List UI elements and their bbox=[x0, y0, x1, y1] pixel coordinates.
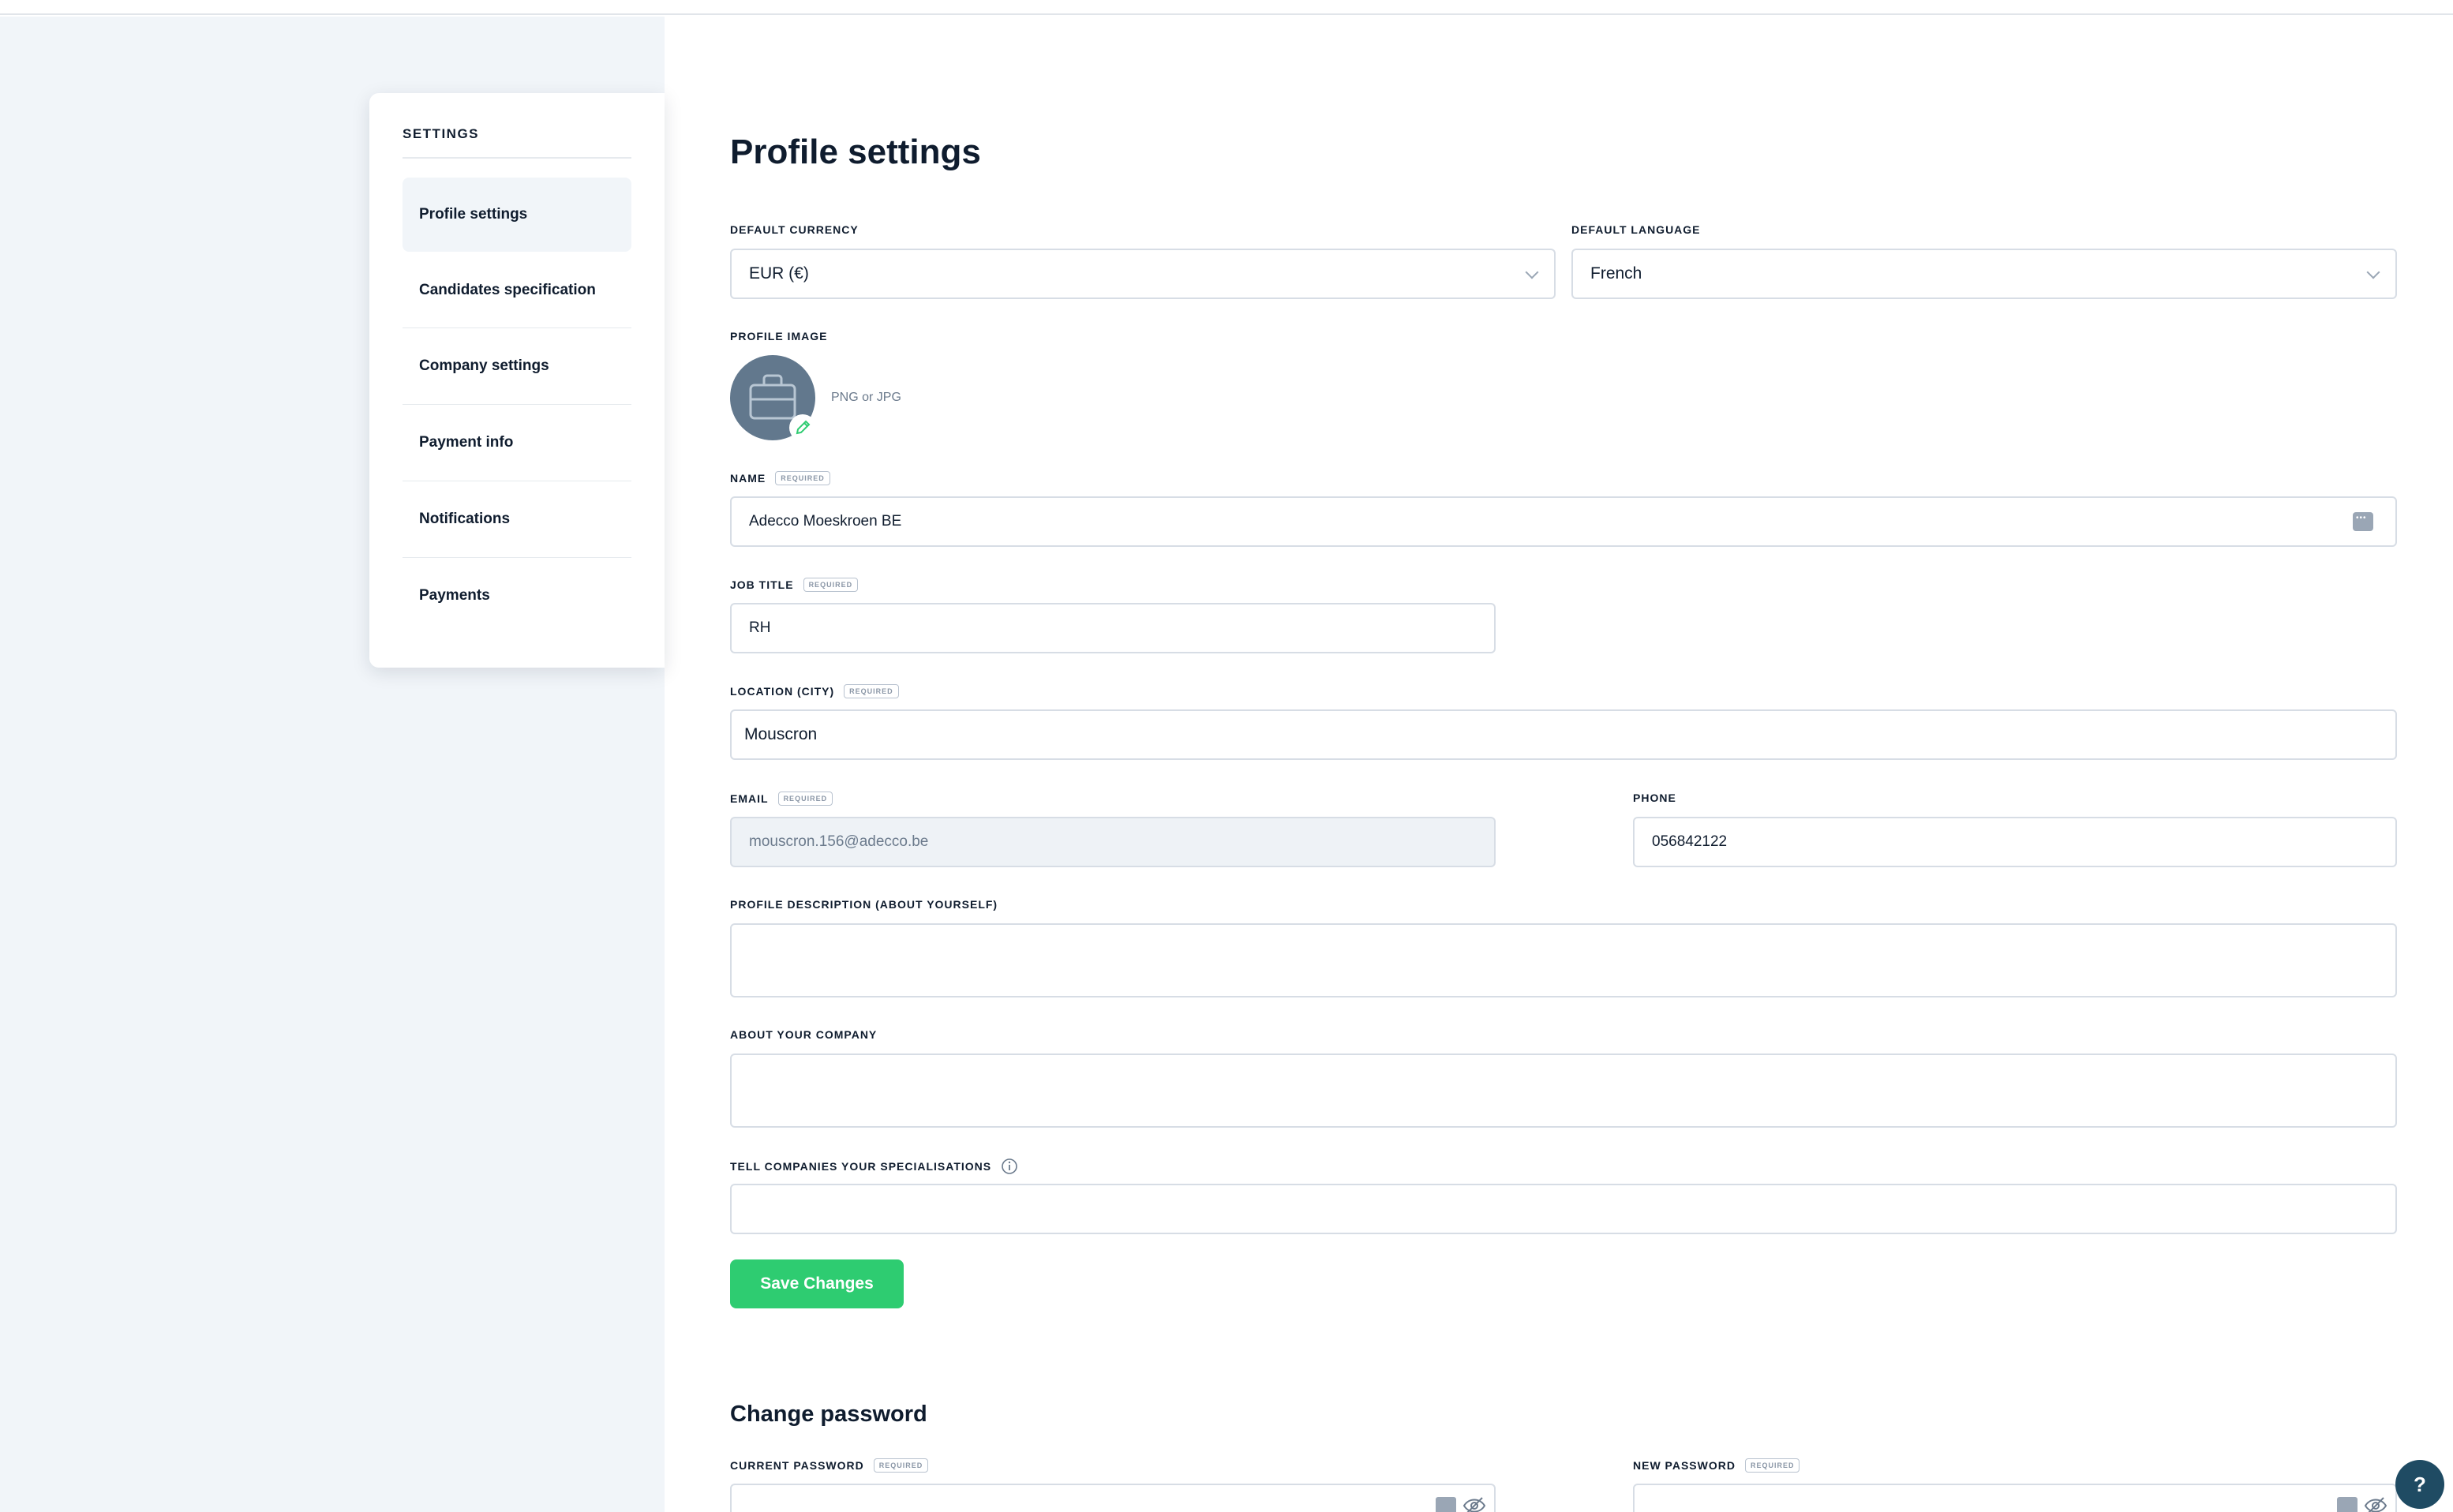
default-language-label-text: DEFAULT LANGUAGE bbox=[1571, 223, 1701, 236]
save-changes-button[interactable]: Save Changes bbox=[730, 1259, 904, 1308]
about-company-textarea[interactable] bbox=[730, 1054, 2397, 1128]
default-currency-select[interactable]: EUR (€) bbox=[730, 249, 1556, 299]
name-value: Adecco Moeskroen BE bbox=[749, 513, 902, 530]
sidebar-item-candidates-specification[interactable]: Candidates specification bbox=[403, 253, 631, 327]
default-currency-label: DEFAULT CURRENCY bbox=[730, 223, 859, 236]
email-input: mouscron.156@adecco.be bbox=[730, 817, 1496, 867]
location-label: LOCATION (CITY) REQUIRED bbox=[730, 684, 899, 698]
phone-value: 056842122 bbox=[1652, 833, 1728, 850]
default-language-label: DEFAULT LANGUAGE bbox=[1571, 223, 1701, 236]
chevron-down-icon bbox=[1525, 265, 1539, 279]
sidebar-divider bbox=[403, 157, 631, 159]
chevron-down-icon bbox=[2366, 265, 2380, 279]
name-label: NAME REQUIRED bbox=[730, 471, 830, 485]
phone-label-text: PHONE bbox=[1633, 792, 1676, 804]
divider bbox=[403, 404, 631, 405]
info-icon[interactable] bbox=[1001, 1158, 1018, 1175]
job-title-value: RH bbox=[749, 619, 771, 636]
divider bbox=[403, 557, 631, 558]
required-badge: REQUIRED bbox=[873, 1458, 929, 1473]
settings-sidebar: SETTINGS Profile settings Candidates spe… bbox=[369, 93, 665, 668]
required-badge: REQUIRED bbox=[803, 578, 859, 592]
pencil-icon bbox=[796, 420, 811, 435]
help-button[interactable]: ? bbox=[2395, 1460, 2444, 1509]
new-password-input[interactable] bbox=[1633, 1484, 2397, 1512]
email-label-text: EMAIL bbox=[730, 792, 769, 805]
required-badge: REQUIRED bbox=[1744, 1458, 1800, 1473]
new-password-label: NEW PASSWORD REQUIRED bbox=[1633, 1458, 1800, 1473]
specialisations-input[interactable] bbox=[730, 1184, 2397, 1234]
email-value: mouscron.156@adecco.be bbox=[749, 833, 929, 850]
job-title-label-text: JOB TITLE bbox=[730, 578, 794, 591]
password-manager-icon[interactable] bbox=[2337, 1497, 2358, 1512]
password-field-icons bbox=[2337, 1496, 2387, 1512]
sidebar-item-profile-settings[interactable]: Profile settings bbox=[403, 178, 631, 252]
current-password-input[interactable] bbox=[730, 1484, 1496, 1512]
eye-off-icon[interactable] bbox=[1462, 1496, 1486, 1512]
phone-label: PHONE bbox=[1633, 792, 1676, 804]
specialisations-label-text: TELL COMPANIES YOUR SPECIALISATIONS bbox=[730, 1160, 992, 1173]
current-password-label-text: CURRENT PASSWORD bbox=[730, 1459, 864, 1472]
password-manager-icon[interactable] bbox=[1436, 1497, 1456, 1512]
phone-input[interactable]: 056842122 bbox=[1633, 817, 2397, 867]
profile-description-textarea[interactable] bbox=[730, 923, 2397, 997]
divider bbox=[403, 327, 631, 328]
name-input[interactable]: Adecco Moeskroen BE bbox=[730, 496, 2397, 547]
sidebar-item-notifications[interactable]: Notifications bbox=[403, 482, 631, 556]
specialisations-label: TELL COMPANIES YOUR SPECIALISATIONS bbox=[730, 1158, 1018, 1175]
sidebar-item-company-settings[interactable]: Company settings bbox=[403, 329, 631, 403]
job-title-input[interactable]: RH bbox=[730, 603, 1496, 653]
default-language-select[interactable]: French bbox=[1571, 249, 2397, 299]
page-title: Profile settings bbox=[730, 133, 981, 171]
name-label-text: NAME bbox=[730, 472, 766, 485]
eye-off-icon[interactable] bbox=[2364, 1496, 2387, 1512]
required-badge: REQUIRED bbox=[777, 792, 833, 806]
top-bar bbox=[0, 0, 2453, 15]
location-value: Mouscron bbox=[744, 725, 818, 743]
current-password-label: CURRENT PASSWORD REQUIRED bbox=[730, 1458, 929, 1473]
profile-image-label-text: PROFILE IMAGE bbox=[730, 330, 828, 342]
email-label: EMAIL REQUIRED bbox=[730, 792, 833, 806]
sidebar-item-payments[interactable]: Payments bbox=[403, 559, 631, 633]
required-badge: REQUIRED bbox=[844, 684, 899, 698]
default-currency-label-text: DEFAULT CURRENCY bbox=[730, 223, 859, 236]
edit-image-button[interactable] bbox=[789, 414, 816, 441]
default-currency-value: EUR (€) bbox=[749, 264, 809, 283]
location-input[interactable]: Mouscron bbox=[730, 709, 2397, 760]
password-manager-icon[interactable] bbox=[2353, 512, 2373, 531]
profile-image-label: PROFILE IMAGE bbox=[730, 330, 827, 342]
default-language-value: French bbox=[1590, 264, 1642, 283]
about-company-label: ABOUT YOUR COMPANY bbox=[730, 1028, 877, 1041]
change-password-title: Change password bbox=[730, 1402, 927, 1427]
profile-description-label: PROFILE DESCRIPTION (ABOUT YOURSELF) bbox=[730, 898, 998, 911]
location-label-text: LOCATION (CITY) bbox=[730, 685, 835, 698]
sidebar-title: SETTINGS bbox=[403, 126, 480, 141]
image-format-hint: PNG or JPG bbox=[831, 391, 901, 404]
required-badge: REQUIRED bbox=[775, 471, 830, 485]
about-company-label-text: ABOUT YOUR COMPANY bbox=[730, 1028, 878, 1041]
password-field-icons bbox=[1436, 1496, 1486, 1512]
sidebar-item-payment-info[interactable]: Payment info bbox=[403, 406, 631, 480]
new-password-label-text: NEW PASSWORD bbox=[1633, 1459, 1736, 1472]
profile-description-label-text: PROFILE DESCRIPTION (ABOUT YOURSELF) bbox=[730, 898, 998, 911]
job-title-label: JOB TITLE REQUIRED bbox=[730, 578, 859, 592]
